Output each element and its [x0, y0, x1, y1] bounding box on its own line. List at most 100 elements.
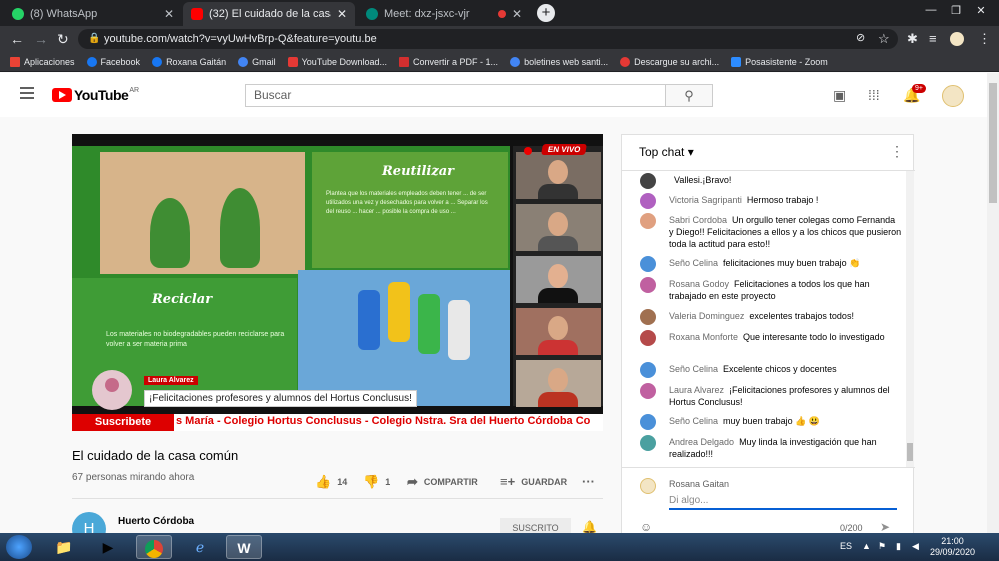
create-video-icon[interactable]: ▣ — [833, 87, 846, 104]
bookmark-gmail[interactable]: Gmail — [238, 56, 276, 67]
page-scrollbar[interactable] — [987, 73, 999, 533]
block-icon — [620, 56, 631, 67]
star-icon[interactable]: ☆ — [878, 31, 890, 47]
thumbs-up-icon: 👍 — [315, 474, 332, 489]
chat-message: Andrea Delgado Muy linda la investigación… — [640, 435, 902, 460]
bookmark-pdf[interactable]: Convertir a PDF - 1... — [399, 56, 498, 67]
url-field[interactable]: 🔒 youtube.com/watch?v=vyUwHvBrp-Q&featur… — [78, 29, 898, 49]
bookmark-label: Facebook — [100, 56, 141, 67]
like-button[interactable]: 👍 14 — [315, 474, 347, 490]
close-window-button[interactable]: ✕ — [970, 4, 992, 18]
more-actions-button[interactable]: ··· — [582, 474, 601, 489]
search-button[interactable]: ⚲ — [666, 84, 713, 107]
tab-youtube[interactable]: (32) El cuidado de la casa común ✕ — [183, 2, 355, 26]
bookmark-roxana[interactable]: Roxana Gaitán — [152, 56, 226, 67]
scroll-thumb[interactable] — [989, 83, 997, 203]
youtube-header: YouTube AR Buscar ⚲ ▣ ⁞⁞⁞ 🔔 9+ — [0, 73, 987, 117]
flag-icon[interactable]: ⚑ — [878, 541, 886, 552]
chat-message: Seño Celina muy buen trabajo 👍 😃 — [640, 414, 902, 430]
chat-message: Seño Celina felicitaciones muy buen traba… — [640, 256, 902, 272]
internet-explorer-icon[interactable]: ℯ — [182, 535, 218, 559]
video-player[interactable]: Reutilizar Plantea que los materiales em… — [72, 134, 603, 431]
channel-bell-icon[interactable]: 🔔 — [582, 520, 597, 534]
bookmark-descargue[interactable]: Descargue su archi... — [620, 56, 720, 67]
message-text: felicitaciones muy buen trabajo 👏 — [723, 258, 861, 268]
dislike-button[interactable]: 👎 1 — [363, 474, 390, 490]
bookmark-ytdownload[interactable]: YouTube Download... — [287, 56, 387, 67]
participant-camera — [516, 204, 601, 251]
youtube-logo[interactable]: YouTube AR — [52, 87, 139, 103]
chat-input[interactable]: Di algo... — [669, 494, 897, 510]
back-icon[interactable]: ← — [10, 31, 24, 47]
media-icon[interactable]: ≡ — [929, 31, 937, 46]
dislike-count: 1 — [385, 477, 391, 487]
recycle-text: Los materiales no biodegradables pueden … — [106, 331, 285, 348]
tray-arrow-icon[interactable]: ▲ — [862, 541, 871, 551]
message-author: Seño Celina — [669, 364, 719, 374]
bookmarks-bar: Aplicaciones Facebook Roxana Gaitán Gmai… — [0, 52, 999, 72]
minimize-button[interactable]: — — [920, 4, 942, 18]
live-badge: EN VIVO — [541, 144, 588, 155]
tab-title: (8) WhatsApp — [30, 8, 98, 20]
chrome-icon[interactable] — [136, 535, 172, 559]
tab-whatsapp[interactable]: (8) WhatsApp ✕ — [4, 2, 182, 26]
subscribe-banner: Suscribete — [72, 414, 174, 431]
chat-message: Seño Celina Excelente chicos y docentes — [640, 362, 902, 378]
close-tab-icon[interactable]: ✕ — [164, 7, 174, 21]
start-button[interactable] — [6, 535, 32, 559]
search-icon: ⚲ — [684, 88, 694, 103]
share-button[interactable]: ➦ COMPARTIR — [407, 474, 478, 490]
dropdown-arrow-icon: ▾ — [687, 145, 694, 159]
new-tab-button[interactable]: + — [537, 4, 555, 22]
clock[interactable]: 21:00 29/09/2020 — [930, 536, 975, 558]
participant-camera — [516, 360, 601, 407]
volume-icon[interactable]: ◀ — [912, 541, 919, 552]
bookmark-apps[interactable]: Aplicaciones — [10, 56, 75, 67]
message-text: Hermoso trabajo ! — [746, 195, 819, 205]
hamburger-menu-icon[interactable] — [20, 87, 34, 99]
explorer-icon[interactable]: 📁 — [46, 535, 82, 559]
close-tab-icon[interactable]: ✕ — [512, 7, 522, 21]
pdf-icon — [399, 56, 410, 67]
participant-camera — [516, 256, 601, 303]
apps-grid-icon[interactable]: ⁞⁞⁞ — [868, 87, 880, 103]
chat-scrollbar[interactable] — [906, 171, 914, 467]
like-count: 14 — [337, 477, 348, 487]
account-avatar[interactable] — [942, 85, 964, 107]
bookmark-label: Aplicaciones — [24, 56, 75, 67]
chat-more-icon[interactable]: ⋮ — [890, 143, 904, 160]
tab-meet[interactable]: Meet: dxz-jsxc-vjr ✕ — [358, 2, 530, 26]
country-code: AR — [129, 87, 140, 94]
bookmark-zoom[interactable]: Posasistente - Zoom — [731, 56, 828, 67]
forward-icon[interactable]: → — [34, 31, 48, 47]
plants-image — [100, 152, 305, 274]
lock-icon: 🔒 — [88, 33, 101, 44]
camera-blocked-icon[interactable]: ⊘ — [856, 31, 865, 44]
bookmark-boletines[interactable]: boletines web santi... — [510, 56, 608, 67]
whatsapp-icon — [12, 8, 24, 20]
download-icon — [287, 56, 298, 67]
maximize-button[interactable]: ❐ — [945, 4, 967, 18]
network-icon[interactable]: ▮ — [896, 541, 901, 552]
reload-icon[interactable]: ↻ — [57, 31, 69, 48]
word-icon[interactable]: W — [226, 535, 262, 559]
extensions-icon[interactable]: ✱ — [907, 31, 918, 47]
channel-name[interactable]: Huerto Córdoba — [118, 516, 194, 527]
message-author: Valeria Dominguez — [669, 311, 745, 321]
speaker-avatar — [92, 370, 132, 410]
chat-mode-dropdown[interactable]: Top chat ▾ — [639, 145, 694, 159]
save-button[interactable]: ≡+ GUARDAR — [500, 474, 567, 489]
menu-dots-icon[interactable]: ⋮ — [978, 31, 991, 47]
profile-avatar[interactable] — [950, 32, 964, 46]
bookmark-label: Posasistente - Zoom — [745, 56, 828, 67]
media-player-icon[interactable]: ▶ — [90, 535, 126, 559]
clock-date: 29/09/2020 — [930, 547, 976, 557]
bookmark-facebook[interactable]: Facebook — [86, 56, 141, 67]
search-input[interactable]: Buscar — [245, 84, 666, 107]
bookmark-label: Descargue su archi... — [634, 56, 720, 67]
language-indicator[interactable]: ES — [840, 541, 852, 551]
scroll-thumb[interactable] — [907, 443, 913, 461]
emoji-icon[interactable]: ☺ — [640, 520, 652, 534]
close-tab-icon[interactable]: ✕ — [337, 7, 347, 21]
send-icon[interactable]: ➤ — [880, 520, 890, 534]
